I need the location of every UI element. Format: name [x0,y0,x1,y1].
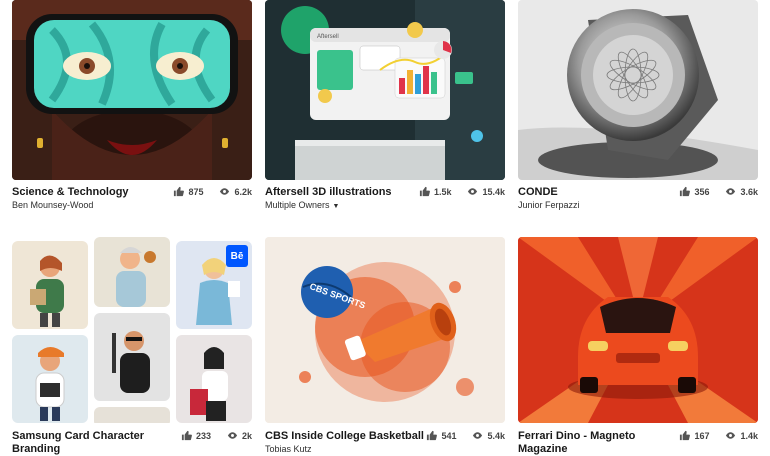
view-count: 1.4k [740,430,758,441]
character-tile [94,407,170,423]
view-count: 2k [241,430,252,441]
project-stats: 541 5.4k [426,430,505,441]
project-thumbnail[interactable]: CBS SPORTS [265,237,505,423]
character-tile [94,313,170,401]
project-stats: 167 1.4k [679,430,758,441]
vr-headset-illustration [12,0,252,180]
project-thumbnail[interactable] [12,0,252,180]
project-title[interactable]: Science & Technology [12,186,129,198]
metal-cup-render [518,0,758,180]
appreciation-count: 167 [694,430,710,441]
project-stats: 875 6.2k [173,186,252,197]
project-stats: 1.5k 15.4k [419,186,505,197]
character-tile [94,237,170,307]
eye-icon [725,186,736,197]
project-owner[interactable]: Ben Mounsey-Wood [12,200,93,210]
project-thumbnail[interactable] [518,237,758,423]
view-count: 6.2k [234,186,252,197]
view-count: 3.6k [740,186,758,197]
appreciation-count: 875 [188,186,204,197]
thumbs-up-icon [679,430,691,441]
aftersell-3d-illustration: Aftersell [265,0,505,180]
view-count: 5.4k [487,430,505,441]
basketball-megaphone-illustration: CBS SPORTS [265,237,505,423]
appreciation-count: 1.5k [433,186,452,197]
character-tile [12,335,88,423]
project-stats: 233 2k [181,430,252,441]
thumbs-up-icon [181,430,192,441]
project-title[interactable]: Ferrari Dino - Magneto Magazine [518,430,668,456]
character-tile: Bē [176,241,252,329]
appreciation-count: 541 [441,430,457,441]
thumbs-up-icon [426,430,438,441]
project-title[interactable]: CONDE [518,186,558,198]
project-thumbnail[interactable] [518,0,758,180]
mockup-app-label: Aftersell [317,34,339,40]
appreciation-count: 356 [694,186,710,197]
appreciation-count: 233 [195,430,211,441]
project-title[interactable]: Samsung Card Character Branding [12,430,162,456]
project-thumbnail[interactable]: Bē [12,237,252,423]
project-thumbnail[interactable]: Aftersell [265,0,505,180]
project-owner[interactable]: Junior Ferpazzi [518,200,580,210]
eye-icon [472,430,483,441]
eye-icon [219,186,230,197]
ferrari-car-illustration [518,237,758,423]
thumbs-up-icon [419,186,430,197]
view-count: 15.4k [482,186,505,197]
multiple-owners-dropdown[interactable]: Multiple Owners ▼ [265,200,339,210]
project-title[interactable]: CBS Inside College Basketball [265,430,424,442]
project-owner[interactable]: Tobias Kutz [265,444,312,454]
project-owner: Multiple Owners [265,200,330,210]
eye-icon [725,430,736,441]
caret-down-icon: ▼ [332,203,340,210]
project-title[interactable]: Aftersell 3D illustrations [265,186,392,198]
project-stats: 356 3.6k [679,186,758,197]
thumbs-up-icon [173,186,185,197]
character-tile [176,335,252,423]
thumbs-up-icon [679,186,691,197]
behance-logo-icon: Bē [226,245,248,267]
eye-icon [467,186,478,197]
eye-icon [227,430,238,441]
character-tile [12,241,88,329]
